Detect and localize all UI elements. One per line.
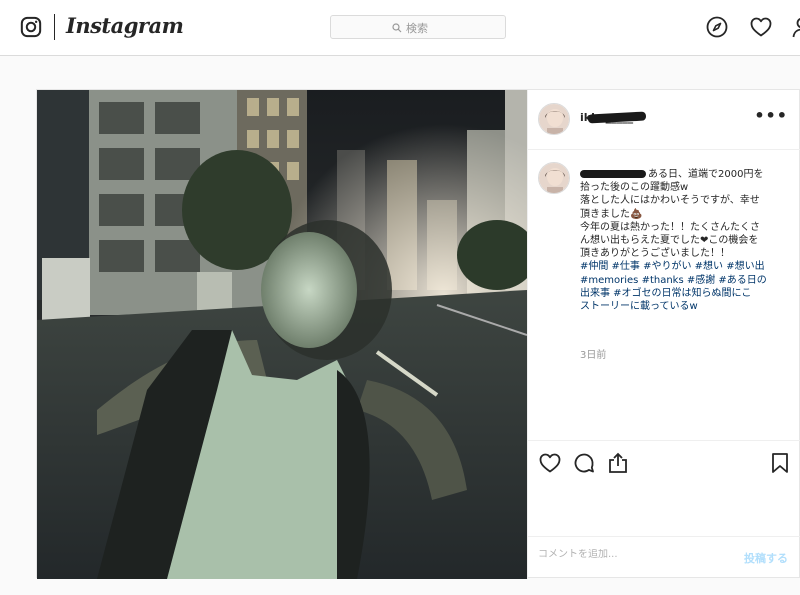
caption-line: 落とした人にはかわいそうですが、幸せ bbox=[580, 194, 794, 207]
add-comment-bar: 投稿する bbox=[528, 536, 800, 579]
caption-line: #仲間 #仕事 #やりがい #想い #想い出 bbox=[580, 260, 794, 273]
instagram-glyph-icon[interactable] bbox=[20, 16, 42, 38]
caption-avatar[interactable] bbox=[538, 162, 570, 194]
caption-text: ある日、道端で2000円を bbox=[648, 169, 764, 180]
hashtag-text[interactable]: 出来事 #オゴセの日常は知らぬ間にこ bbox=[580, 288, 751, 299]
caption-line: 拾った後のこの躍動感w bbox=[580, 181, 794, 194]
top-nav: Instagram 検索 bbox=[0, 0, 800, 56]
search-box[interactable]: 検索 bbox=[330, 15, 506, 39]
caption-line: 今年の夏は熱かった！！たくさんたくさ bbox=[580, 221, 794, 234]
post-photo[interactable] bbox=[37, 90, 527, 579]
action-bar bbox=[528, 440, 800, 536]
bookmark-icon[interactable] bbox=[768, 451, 792, 475]
profile-icon[interactable] bbox=[790, 15, 800, 39]
post-card: ikko_____ ••• ある日、道端で2000円を拾った後のこの躍動感w落と… bbox=[36, 89, 800, 579]
caption-line: ん想い出もらえた夏でした❤この機会を bbox=[580, 234, 794, 247]
caption-text: 頂きました💩 bbox=[580, 208, 643, 220]
compass-icon[interactable] bbox=[705, 15, 729, 39]
caption-text: 落とした人にはかわいそうですが、幸せ bbox=[580, 195, 760, 207]
caption-line: 頂きありがとうございました！！ bbox=[580, 247, 794, 260]
caption-text: 今年の夏は熱かった！！たくさんたくさ bbox=[580, 221, 760, 233]
heart-icon[interactable] bbox=[749, 15, 773, 39]
timestamp[interactable]: 3日前 bbox=[580, 346, 606, 361]
like-heart-icon[interactable] bbox=[538, 451, 562, 475]
nav-divider bbox=[54, 14, 55, 40]
caption-username-redaction[interactable] bbox=[580, 170, 646, 178]
caption-text: ん想い出もらえた夏でした❤この機会を bbox=[580, 235, 759, 247]
more-options-icon[interactable]: ••• bbox=[754, 106, 788, 125]
post-header: ikko_____ ••• bbox=[528, 90, 800, 150]
caption-line: 出来事 #オゴセの日常は知らぬ間にこ bbox=[580, 287, 794, 300]
hashtag-text[interactable]: #仲間 #仕事 #やりがい #想い #想い出 bbox=[580, 261, 765, 272]
instagram-wordmark[interactable]: Instagram bbox=[66, 13, 184, 38]
post-side-panel: ikko_____ ••• ある日、道端で2000円を拾った後のこの躍動感w落と… bbox=[527, 90, 800, 579]
comment-input[interactable] bbox=[538, 549, 718, 560]
caption-line: 頂きました💩 bbox=[580, 208, 794, 221]
comment-icon[interactable] bbox=[572, 451, 596, 475]
caption-text: 頂きありがとうございました！！ bbox=[580, 248, 730, 260]
avatar[interactable] bbox=[538, 103, 570, 135]
post-comment-button[interactable]: 投稿する bbox=[744, 550, 788, 566]
caption-line: #memories #thanks #感謝 #ある日の bbox=[580, 274, 794, 287]
hashtag-text[interactable]: ストーリーに載っているw bbox=[580, 301, 698, 312]
post-caption: ある日、道端で2000円を拾った後のこの躍動感w 落とした人にはかわいそうですが、… bbox=[580, 168, 794, 313]
caption-line: ある日、道端で2000円を bbox=[580, 168, 794, 181]
hashtag-text[interactable]: #memories #thanks #感謝 #ある日の bbox=[580, 275, 767, 286]
caption-line: ストーリーに載っているw bbox=[580, 300, 794, 313]
caption-text: 拾った後のこの躍動感w bbox=[580, 182, 689, 194]
search-placeholder: 検索 bbox=[406, 22, 428, 35]
search-icon bbox=[392, 23, 402, 33]
username-redaction bbox=[587, 111, 647, 124]
share-icon[interactable] bbox=[606, 451, 630, 475]
